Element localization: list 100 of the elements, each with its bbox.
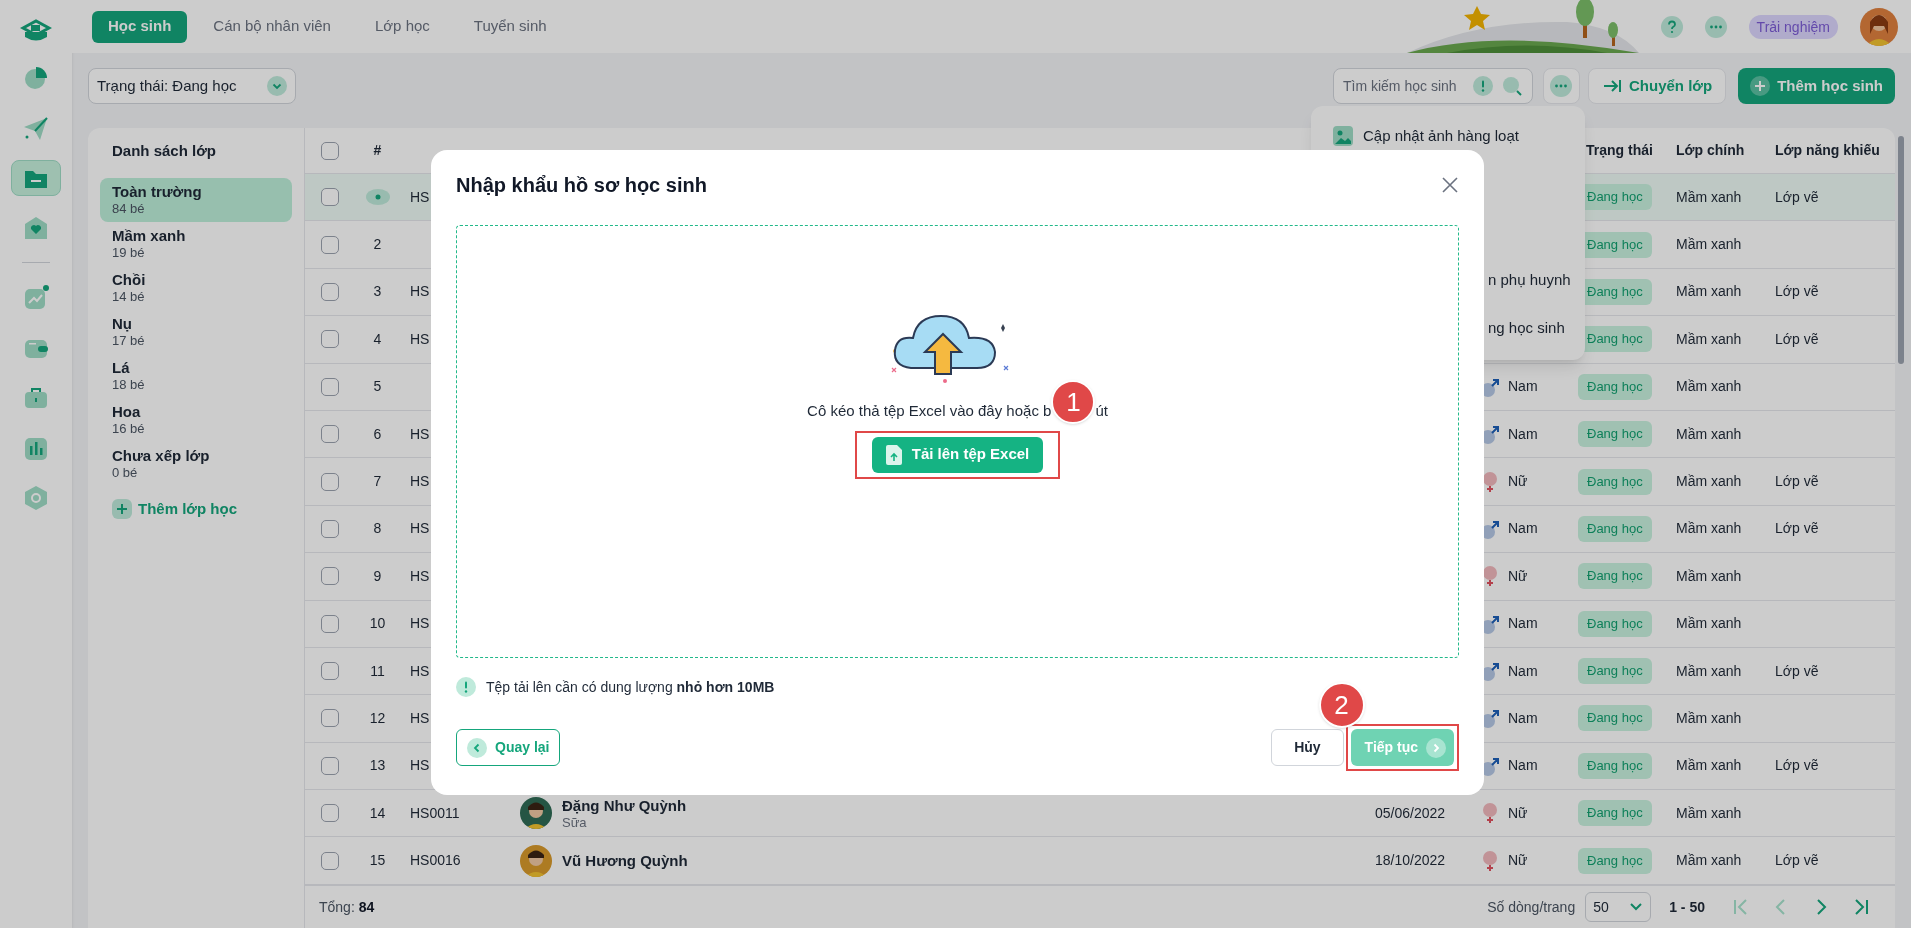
table-cell-text: Lớp vẽ [1775, 329, 1819, 349]
column-header[interactable]: Lớp chính [1676, 140, 1745, 161]
table-cell-text: 13 [369, 756, 386, 776]
close-icon[interactable] [1441, 176, 1459, 194]
table-cell-text: Mầm xanh [1676, 661, 1742, 681]
nav-tab[interactable]: Cán bộ nhân viên [195, 10, 349, 43]
table-cell-text: HS [410, 282, 430, 302]
table-cell-text: HS [410, 424, 430, 444]
checkbox[interactable] [321, 188, 339, 207]
chevron-down-icon [267, 76, 287, 96]
table-cell-text: Mầm xanh [1676, 187, 1742, 207]
table-cell-text: Mầm xanh [1676, 282, 1742, 302]
checkbox[interactable] [321, 662, 339, 681]
checkbox[interactable] [321, 472, 339, 491]
status-badge: Đang học [1578, 610, 1652, 637]
more-icon[interactable] [1704, 15, 1727, 38]
checkbox[interactable] [321, 519, 339, 538]
table-cell-text: HS [410, 472, 430, 492]
table-cell-text: HS [410, 661, 430, 681]
column-header[interactable]: Trạng thái [1586, 140, 1653, 161]
table-cell-text: Nam [1508, 614, 1538, 634]
drop-hint: út [1095, 401, 1108, 421]
checkbox[interactable] [321, 235, 339, 254]
search-field[interactable]: Tìm kiếm học sinh [1333, 68, 1533, 104]
nav-tab[interactable]: Lớp học [356, 10, 448, 43]
table-cell-text: HS [410, 756, 430, 776]
scrollbar-thumb[interactable] [1898, 136, 1904, 364]
table-cell-text: Lớp vẽ [1775, 519, 1819, 539]
table-cell-text: Lớp vẽ [1775, 187, 1819, 207]
checkbox[interactable] [321, 567, 339, 586]
checkbox[interactable] [321, 851, 339, 870]
class-item[interactable]: Chồi 14 bé [100, 266, 292, 310]
table-cell-text: 4 [373, 329, 382, 349]
table-cell-text: Lớp vẽ [1775, 472, 1819, 492]
table-cell-text: Mầm xanh [1676, 235, 1742, 255]
class-item[interactable]: Mầm xanh 19 bé [100, 222, 292, 266]
checkbox[interactable] [321, 614, 339, 633]
nav-button[interactable] [11, 160, 61, 196]
drop-zone[interactable]: Cô kéo thả tệp Excel vào đây hoặc b 1 út Tải lên tệp Excel [456, 225, 1459, 658]
table-cell-text: HS0016 [410, 851, 461, 871]
table-cell-text: 6 [373, 424, 382, 444]
step-marker: 1 [1051, 380, 1096, 425]
class-item[interactable]: Lá 18 bé [100, 354, 292, 398]
eye-icon[interactable] [365, 189, 390, 206]
status-badge: Đang học [1578, 705, 1652, 732]
page-size-select[interactable]: 50 [1585, 892, 1652, 922]
checkbox[interactable] [321, 425, 339, 444]
table-cell-text: Mầm xanh [1676, 329, 1742, 349]
checkbox[interactable] [321, 756, 339, 775]
checkbox[interactable] [321, 141, 339, 160]
nav-tab[interactable]: Tuyển sinh [455, 10, 565, 43]
class-item[interactable]: Chưa xếp lớp 0 bé [100, 442, 292, 486]
last-page-icon[interactable] [1852, 898, 1870, 916]
checkbox[interactable] [321, 330, 339, 349]
female-icon [1480, 802, 1500, 825]
student-name: Đặng Như Quỳnh [562, 795, 687, 815]
checkbox[interactable] [321, 282, 339, 301]
table-cell-text: 3 [373, 282, 382, 302]
more-button[interactable] [1543, 68, 1580, 104]
class-item[interactable]: Toàn trường 84 bé [100, 178, 292, 222]
checkbox[interactable] [321, 709, 339, 728]
table-cell-text: 11 [370, 661, 385, 681]
cancel-button[interactable]: Hủy [1271, 729, 1344, 766]
table-cell-text: Nam [1508, 519, 1538, 539]
total-count: Tổng: 84 [319, 897, 375, 917]
image-icon [1333, 126, 1353, 146]
table-row[interactable]: 15 HS0016 Vũ Hương Quỳnh 18/10/2022 Nữ Đang học Mầm xanh Lớp vẽ [305, 837, 1895, 885]
file-upload-icon [885, 444, 902, 465]
checkbox[interactable] [321, 804, 339, 823]
table-cell-text: 5 [373, 377, 382, 397]
table-cell-text: 05/06/2022 [1375, 803, 1446, 823]
chevron-right-icon [1426, 737, 1446, 758]
table-cell-text: Nữ [1508, 472, 1528, 492]
column-header[interactable]: # [373, 140, 382, 161]
table-cell-text: Nam [1508, 756, 1538, 776]
class-item[interactable]: Nụ 17 bé [100, 310, 292, 354]
class-label: Sữa [562, 814, 588, 831]
table-cell-text: Mầm xanh [1676, 803, 1742, 823]
female-icon [1480, 849, 1500, 872]
table-cell-text: 8 [373, 519, 382, 539]
table-cell-text: HS [410, 566, 430, 586]
table-cell-text: HS [410, 519, 430, 539]
status-badge: Đang học [1578, 468, 1652, 495]
column-header[interactable]: Lớp năng khiếu [1775, 140, 1880, 161]
drop-hint: Cô kéo thả tệp Excel vào đây hoặc b [807, 401, 1052, 421]
table-cell-text: Mầm xanh [1676, 424, 1742, 444]
search-input[interactable]: Tìm kiếm học sinh [1343, 75, 1465, 97]
table-cell-text: Nam [1508, 424, 1538, 444]
checkbox[interactable] [321, 377, 339, 396]
status-dropdown[interactable]: Trạng thái: Đang học [88, 68, 296, 104]
size-note: Tệp tải lên cần có dung lượng nhỏ hơn 10MB [486, 677, 775, 697]
help-icon[interactable] [1660, 15, 1683, 38]
table-cell-text: Nam [1508, 377, 1538, 397]
status-badge: Đang học [1578, 563, 1652, 590]
table-cell-text: Mầm xanh [1676, 472, 1742, 492]
class-item[interactable]: Hoa 16 bé [100, 398, 292, 442]
table-cell-text: 12 [369, 709, 386, 728]
table-cell-text: HS [410, 709, 430, 728]
table-cell-text: HS [410, 329, 430, 349]
table-cell-text: Nữ [1508, 803, 1528, 823]
